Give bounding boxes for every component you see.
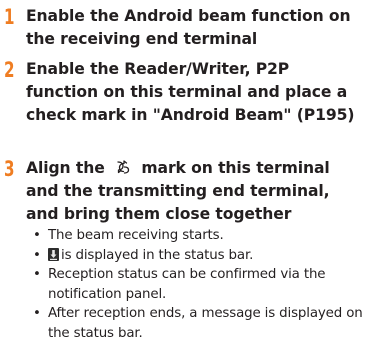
instruction-document: 1 Enable the Android beam function on th… <box>0 0 372 344</box>
bullet-glyph: • <box>33 306 41 322</box>
bullet-glyph: • <box>33 267 41 283</box>
step-number: 1 <box>4 5 15 29</box>
bullet-text: is displayed in the status bar. <box>61 247 254 263</box>
list-item: • The beam receiving starts. <box>30 226 370 246</box>
step-text: Enable the Reader/Writer, P2P function o… <box>26 60 355 124</box>
list-item: • Reception status can be confirmed via t… <box>30 265 370 304</box>
list-item: • After reception ends, a message is disp… <box>30 304 370 343</box>
step-number: 3 <box>4 157 15 181</box>
bullet-text: After reception ends, a message is displ… <box>48 306 363 341</box>
step-text: Align the mark on this terminal and the … <box>26 157 366 226</box>
download-status-icon <box>48 247 59 261</box>
step-number: 2 <box>4 58 15 82</box>
bullet-glyph: • <box>33 247 41 263</box>
bullet-glyph: • <box>33 228 41 243</box>
bullet-text: Reception status can be confirmed via th… <box>48 267 326 302</box>
bullet-text: The beam receiving starts. <box>48 228 224 243</box>
step-text: Enable the Android beam function on the … <box>26 7 351 48</box>
nfc-mark-icon <box>112 159 134 175</box>
result-bullet-list: • The beam receiving starts. • is displaye… <box>30 226 370 344</box>
step-text-before: Align the <box>26 159 105 177</box>
list-item: • is displayed in the status bar. <box>30 246 370 266</box>
